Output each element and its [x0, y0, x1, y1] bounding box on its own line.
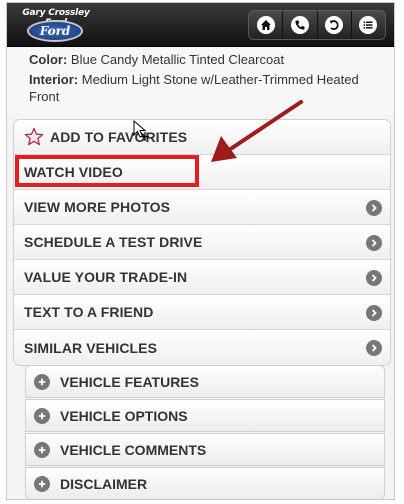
watch-video-highlight-box	[15, 155, 199, 187]
plus-icon	[34, 373, 50, 390]
color-value: Blue Candy Metallic Tinted Clearcoat	[70, 52, 285, 67]
vehicle-comments-toggle[interactable]: VEHICLE COMMENTS	[25, 433, 385, 466]
disclaimer-label: DISCLAIMER	[60, 475, 148, 492]
chevron-right-icon	[366, 305, 382, 321]
move-cursor-icon	[133, 120, 149, 141]
vehicle-options-toggle[interactable]: VEHICLE OPTIONS	[25, 399, 385, 432]
color-label: Color:	[29, 52, 68, 67]
collapsible-sections: VEHICLE FEATURES VEHICLE OPTIONS VEHICLE…	[25, 365, 385, 499]
chevron-right-icon	[366, 200, 382, 216]
mobile-page: Gary Crossley Ford Ford	[6, 2, 395, 500]
value-trade-in-button[interactable]: VALUE YOUR TRADE-IN	[14, 260, 390, 295]
text-to-friend-button[interactable]: TEXT TO A FRIEND	[14, 295, 390, 330]
back-button[interactable]	[318, 11, 352, 39]
menu-button[interactable]	[352, 11, 385, 39]
top-bar: Gary Crossley Ford Ford	[7, 3, 394, 47]
view-more-photos-button[interactable]: VIEW MORE PHOTOS	[14, 190, 390, 225]
interior-label: Interior:	[29, 72, 79, 87]
chevron-right-icon	[366, 235, 382, 251]
chevron-right-icon	[366, 340, 382, 356]
plus-icon	[34, 407, 50, 424]
vehicle-options-label: VEHICLE OPTIONS	[60, 407, 188, 424]
plus-icon	[34, 441, 50, 458]
chevron-right-icon	[366, 270, 382, 286]
view-more-photos-label: VIEW MORE PHOTOS	[24, 199, 171, 215]
value-trade-in-label: VALUE YOUR TRADE-IN	[24, 269, 188, 285]
schedule-test-drive-label: SCHEDULE A TEST DRIVE	[24, 234, 203, 250]
phone-icon	[290, 16, 309, 34]
home-button[interactable]	[249, 11, 284, 39]
dealer-logo[interactable]: Gary Crossley Ford Ford	[15, 8, 97, 44]
plus-icon	[34, 475, 50, 492]
vehicle-features-toggle[interactable]: VEHICLE FEATURES	[25, 365, 385, 398]
home-icon	[256, 16, 275, 34]
annotation-arrow	[211, 100, 303, 162]
menu-icon	[359, 16, 378, 34]
vehicle-details: Color: Blue Candy Metallic Tinted Clearc…	[7, 48, 394, 114]
color-row: Color: Blue Candy Metallic Tinted Clearc…	[29, 51, 386, 68]
back-icon	[325, 16, 344, 34]
phone-button[interactable]	[283, 11, 318, 39]
text-to-friend-label: TEXT TO A FRIEND	[24, 304, 154, 320]
vehicle-features-label: VEHICLE FEATURES	[60, 373, 199, 390]
nav-button-group	[248, 10, 386, 40]
disclaimer-toggle[interactable]: DISCLAIMER	[25, 467, 385, 499]
schedule-test-drive-button[interactable]: SCHEDULE A TEST DRIVE	[14, 225, 390, 260]
add-to-favorites-label: ADD TO FAVORITES	[50, 129, 188, 145]
similar-vehicles-button[interactable]: SIMILAR VEHICLES	[14, 330, 390, 365]
similar-vehicles-label: SIMILAR VEHICLES	[24, 339, 158, 356]
add-to-favorites-button[interactable]: ADD TO FAVORITES	[14, 120, 390, 155]
ford-oval-logo: Ford	[27, 20, 83, 42]
vehicle-comments-label: VEHICLE COMMENTS	[60, 441, 207, 458]
star-icon	[24, 127, 44, 147]
